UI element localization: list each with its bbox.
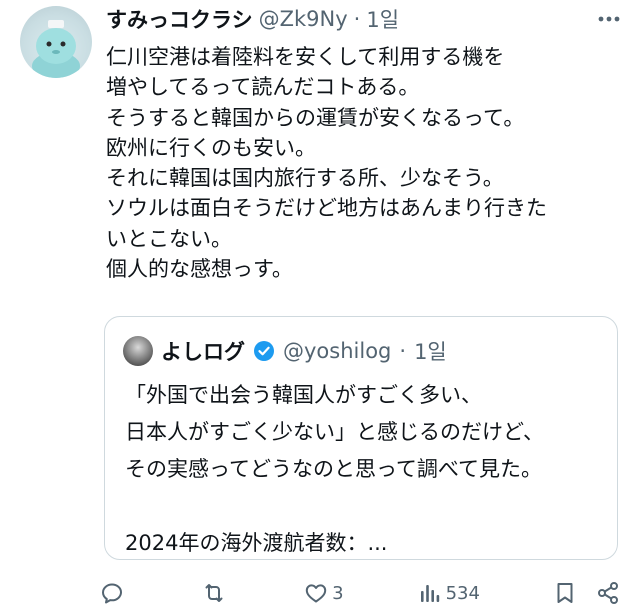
post-text-line: 増やしてるって読んだコトある。 bbox=[106, 75, 420, 100]
like-icon bbox=[305, 584, 327, 603]
reply-button[interactable] bbox=[100, 581, 128, 605]
avatar[interactable] bbox=[20, 6, 92, 78]
avatar-image bbox=[32, 20, 80, 78]
quoted-text-line: 「外国で出会う韓国人がすごく多い、 bbox=[125, 383, 482, 407]
more-icon bbox=[598, 16, 620, 22]
quoted-text-line: その実感ってどうなのと思って調べて見た。 bbox=[125, 457, 543, 481]
post-text-line: 仁川空港は着陸料を安くして利用する機を bbox=[106, 45, 505, 69]
post-text-line: 欧州に行くのも安い。 bbox=[106, 135, 316, 160]
post-text-line: 個人的な感想っす。 bbox=[106, 257, 293, 282]
action-bar: 3 534 bbox=[100, 576, 620, 610]
share-icon bbox=[598, 582, 618, 604]
reply-icon bbox=[102, 583, 122, 604]
more-options-button[interactable] bbox=[596, 8, 622, 30]
handle[interactable]: @Zk9Ny bbox=[259, 7, 348, 31]
quoted-post-text: 「外国で出会う韓国人がすごく多い、 日本人がすごく少ない」と感じるのだけど、 そ… bbox=[125, 377, 605, 562]
quoted-timestamp: 1일 bbox=[414, 340, 447, 364]
separator-dot: · bbox=[399, 339, 407, 363]
views-icon bbox=[420, 585, 439, 602]
quoted-text-line: 2024年の海外渡航者数：... bbox=[125, 531, 388, 555]
post-text-line: ソウルは面白そうだけど地方はあんまり行きた bbox=[106, 196, 547, 221]
post-header: すみっコクラシ @Zk9Ny · 1일 bbox=[106, 4, 399, 34]
post-text-line: それに韓国は国内旅行する所、少なそう。 bbox=[106, 166, 504, 191]
bookmark-icon bbox=[557, 583, 573, 603]
verified-badge-icon bbox=[254, 341, 274, 361]
retweet-button[interactable] bbox=[202, 581, 230, 605]
action-bar-right bbox=[554, 581, 620, 605]
quoted-handle: @yoshilog bbox=[283, 339, 392, 363]
bookmark-button[interactable] bbox=[554, 581, 576, 605]
like-button[interactable]: 3 bbox=[304, 581, 344, 605]
quoted-post[interactable]: よしログ @yoshilog · 1일 「外国で出会う韓国人がすごく多い、 日本… bbox=[104, 316, 618, 560]
timestamp[interactable]: 1일 bbox=[366, 4, 399, 34]
quoted-avatar bbox=[123, 336, 153, 366]
post-text-line: そうすると韓国からの運賃が安くなるって。 bbox=[106, 105, 525, 130]
quoted-display-name: よしログ bbox=[161, 340, 245, 364]
share-button[interactable] bbox=[596, 581, 620, 605]
quoted-text-line: 日本人がすごく少ない」と感じるのだけど、 bbox=[125, 420, 544, 444]
retweet-icon bbox=[205, 584, 223, 602]
quoted-text-line bbox=[125, 488, 605, 525]
separator-dot: · bbox=[353, 7, 361, 31]
like-count: 3 bbox=[332, 582, 344, 604]
display-name[interactable]: すみっコクラシ bbox=[106, 4, 253, 34]
post-text-line: いとこない。 bbox=[106, 226, 232, 251]
post-text: 仁川空港は着陸料を安くして利用する機を 増やしてるって読んだコトある。 そうする… bbox=[106, 42, 626, 284]
views-count: 534 bbox=[445, 582, 480, 604]
quoted-post-header: よしログ @yoshilog · 1일 bbox=[123, 335, 447, 367]
views-button[interactable]: 534 bbox=[418, 581, 480, 605]
